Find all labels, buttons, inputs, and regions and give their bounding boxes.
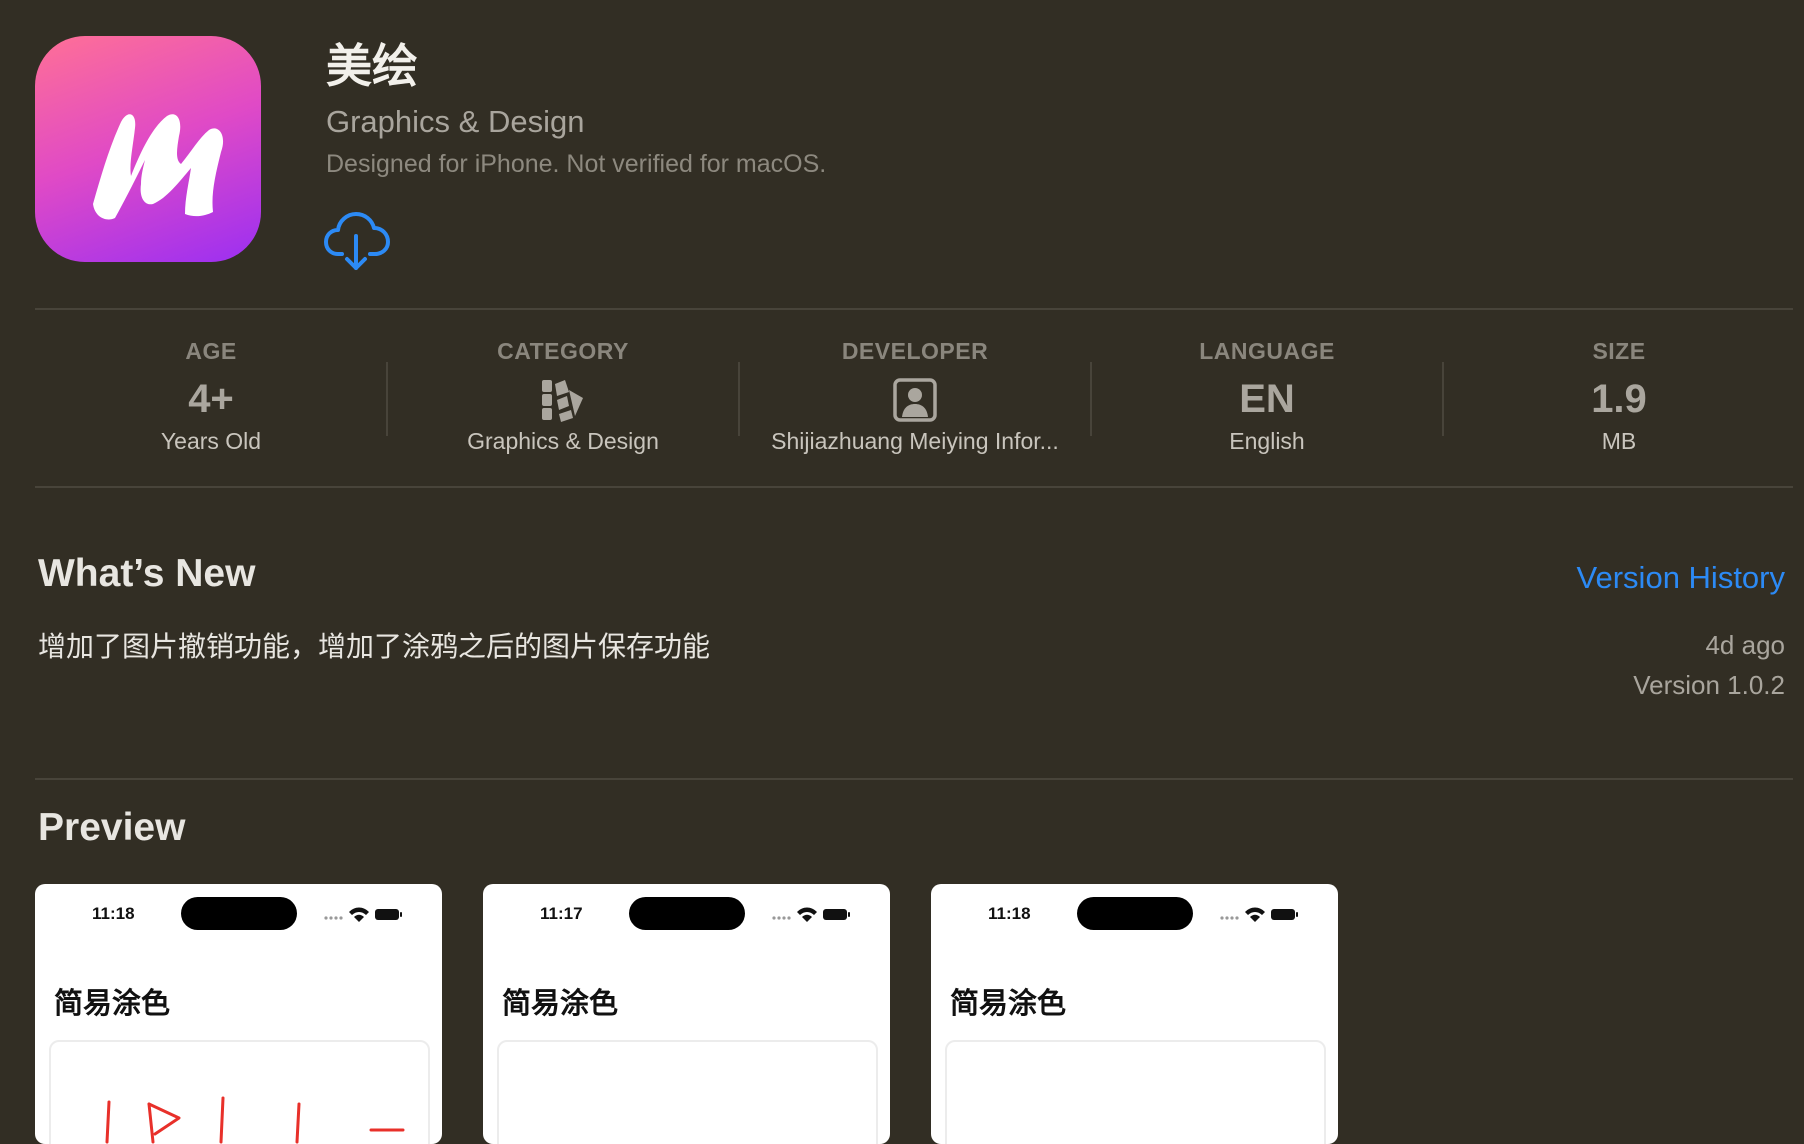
stat-sub: Years Old — [160, 428, 262, 454]
preview-title: Preview — [38, 806, 186, 849]
dynamic-island — [181, 897, 297, 930]
info-stats-row: AGE 4+ Years Old CATEGORY Graphics & Des… — [35, 310, 1793, 490]
app-logo-m-icon — [93, 114, 224, 220]
app-title: 美绘 — [326, 40, 418, 92]
stat-label: LANGUAGE — [1199, 338, 1335, 364]
stat-label: AGE — [185, 338, 237, 364]
app-category-link[interactable]: Graphics & Design — [326, 102, 584, 142]
stat-sub: Graphics & Design — [467, 428, 659, 454]
drawing-canvas — [49, 1040, 430, 1144]
status-time: 11:17 — [540, 904, 583, 923]
screenshot-heading: 简易涂色 — [54, 988, 171, 1020]
release-notes: 增加了图片撤销功能，增加了涂鸦之后的图片保存功能 — [38, 631, 711, 662]
stat-value: EN — [1239, 377, 1295, 421]
app-icon — [35, 36, 261, 262]
stat-language: LANGUAGE EN English — [1091, 310, 1443, 490]
status-icons — [324, 907, 402, 922]
drawing-canvas — [497, 1040, 878, 1144]
developer-person-icon — [739, 374, 1091, 426]
stat-sub: English — [1229, 428, 1305, 454]
preview-screenshot[interactable]: 11:17 简易涂色 — [483, 884, 890, 1144]
status-time: 11:18 — [92, 904, 135, 923]
stat-value: 1.9 — [1591, 377, 1647, 421]
cloud-download-icon — [324, 212, 390, 270]
dynamic-island — [629, 897, 745, 930]
release-date: 4d ago — [1705, 630, 1785, 660]
divider — [35, 486, 1793, 488]
version-history-link[interactable]: Version History — [1577, 558, 1785, 598]
stat-label: DEVELOPER — [841, 338, 989, 364]
whats-new-title: What’s New — [38, 552, 256, 595]
drawing-canvas — [945, 1040, 1326, 1144]
stat-label: SIZE — [1592, 338, 1646, 364]
status-icons — [1220, 907, 1298, 922]
stat-value: 4+ — [188, 377, 234, 421]
stat-sub: Shijiazhuang Meiying Infor... — [771, 428, 1059, 454]
preview-screenshot[interactable]: 11:18 简易涂色 — [931, 884, 1338, 1144]
stat-developer[interactable]: DEVELOPER Shijiazhuang Meiying Infor... — [739, 310, 1091, 490]
stat-label: CATEGORY — [497, 338, 629, 364]
compatibility-note: Designed for iPhone. Not verified for ma… — [326, 150, 827, 178]
category-icon — [387, 374, 739, 426]
version-number: Version 1.0.2 — [1633, 670, 1785, 700]
dynamic-island — [1077, 897, 1193, 930]
stat-size: SIZE 1.9 MB — [1443, 310, 1795, 490]
download-button[interactable] — [324, 210, 390, 272]
stat-category[interactable]: CATEGORY Graphics & Design — [387, 310, 739, 490]
screenshot-heading: 简易涂色 — [950, 988, 1067, 1020]
divider — [35, 778, 1793, 780]
status-time: 11:18 — [988, 904, 1031, 923]
doodle-strokes — [105, 1096, 405, 1144]
screenshot-heading: 简易涂色 — [502, 988, 619, 1020]
status-icons — [772, 907, 850, 922]
preview-screenshot[interactable]: 11:18 简易涂色 — [35, 884, 442, 1144]
stat-age: AGE 4+ Years Old — [35, 310, 387, 490]
stat-sub: MB — [1601, 428, 1637, 454]
